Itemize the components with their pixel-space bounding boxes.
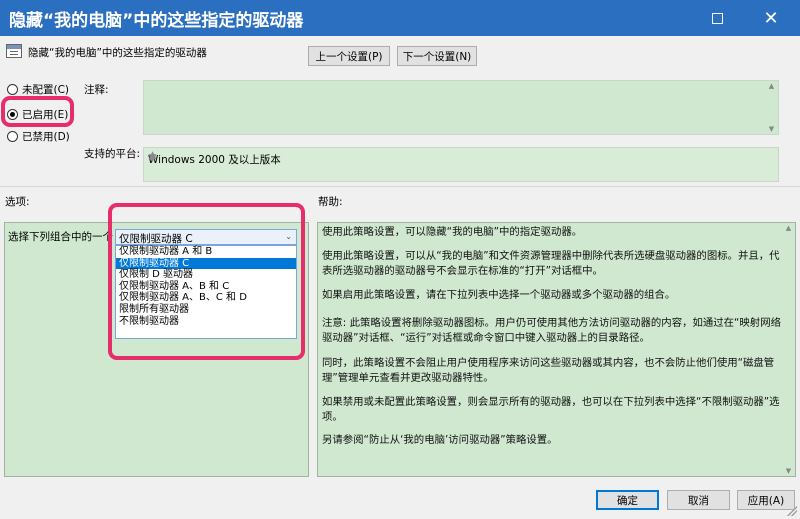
platform-label: 支持的平台: (84, 148, 141, 160)
scroll-down-icon[interactable]: ▼ (784, 467, 793, 475)
ok-button[interactable]: 确定 (596, 490, 659, 510)
help-paragraph: 注意: 此策略设置将删除驱动器图标。用户仍可使用其他方法访问驱动器的内容，如通过… (322, 317, 781, 344)
maximize-button[interactable] (694, 0, 740, 36)
platform-value: Windows 2000 及以上版本 (148, 154, 281, 166)
title-bar: 隐藏“我的电脑”中的这些指定的驱动器 ✕ (0, 0, 800, 36)
comment-field[interactable]: ▲ ▼ (143, 80, 779, 135)
comment-label: 注释: (84, 84, 109, 96)
resize-grip[interactable] (787, 506, 797, 516)
next-setting-button[interactable]: 下一个设置(N) (397, 46, 477, 66)
platform-field: Windows 2000 及以上版本 ▲ ▼ (143, 147, 779, 182)
scroll-up-icon[interactable]: ▲ (767, 82, 776, 90)
help-label: 帮助: (318, 196, 343, 208)
help-paragraph: 使用此策略设置，可以隐藏“我的电脑”中的指定驱动器。 (322, 226, 583, 238)
options-label: 选项: (5, 196, 30, 208)
radio-label: 已禁用(D) (22, 131, 70, 143)
close-button[interactable]: ✕ (748, 0, 794, 36)
previous-setting-button[interactable]: 上一个设置(P) (308, 46, 390, 66)
cancel-button[interactable]: 取消 (667, 490, 730, 510)
policy-name: 隐藏“我的电脑”中的这些指定的驱动器 (28, 47, 207, 59)
scroll-down-icon[interactable]: ▼ (148, 152, 157, 180)
radio-indicator[interactable] (7, 131, 18, 142)
maximize-icon (711, 12, 723, 24)
section-divider (0, 186, 800, 187)
combo-label: 选择下列组合中的一个 (8, 231, 113, 243)
close-icon: ✕ (763, 7, 779, 29)
window-title: 隐藏“我的电脑”中的这些指定的驱动器 (9, 11, 304, 31)
radio-disabled[interactable]: 已禁用(D) (7, 129, 70, 144)
help-paragraph: 如果启用此策略设置，请在下拉列表中选择一个驱动器或多个驱动器的组合。 (322, 289, 676, 301)
highlight-ring-dropdown (108, 203, 305, 360)
help-paragraph: 另请参阅“防止从‘我的电脑’访问驱动器”策略设置。 (322, 434, 558, 446)
scroll-down-icon[interactable]: ▼ (767, 125, 776, 133)
help-paragraph: 如果禁用或未配置此策略设置，则会显示所有的驱动器，也可以在下拉列表中选择“不限制… (322, 396, 780, 423)
radio-not-configured[interactable]: 未配置(C) (7, 82, 69, 97)
highlight-ring-enabled (1, 96, 74, 127)
radio-indicator[interactable] (7, 84, 18, 95)
help-paragraph: 同时，此策略设置不会阻止用户使用程序来访问这些驱动器或其内容，也不会防止他们使用… (322, 357, 775, 384)
help-paragraph: 使用此策略设置，可以从“我的电脑”和文件资源管理器中删除代表所选硬盘驱动器的图标… (322, 250, 780, 277)
policy-icon (6, 44, 22, 58)
radio-label: 未配置(C) (22, 84, 70, 96)
